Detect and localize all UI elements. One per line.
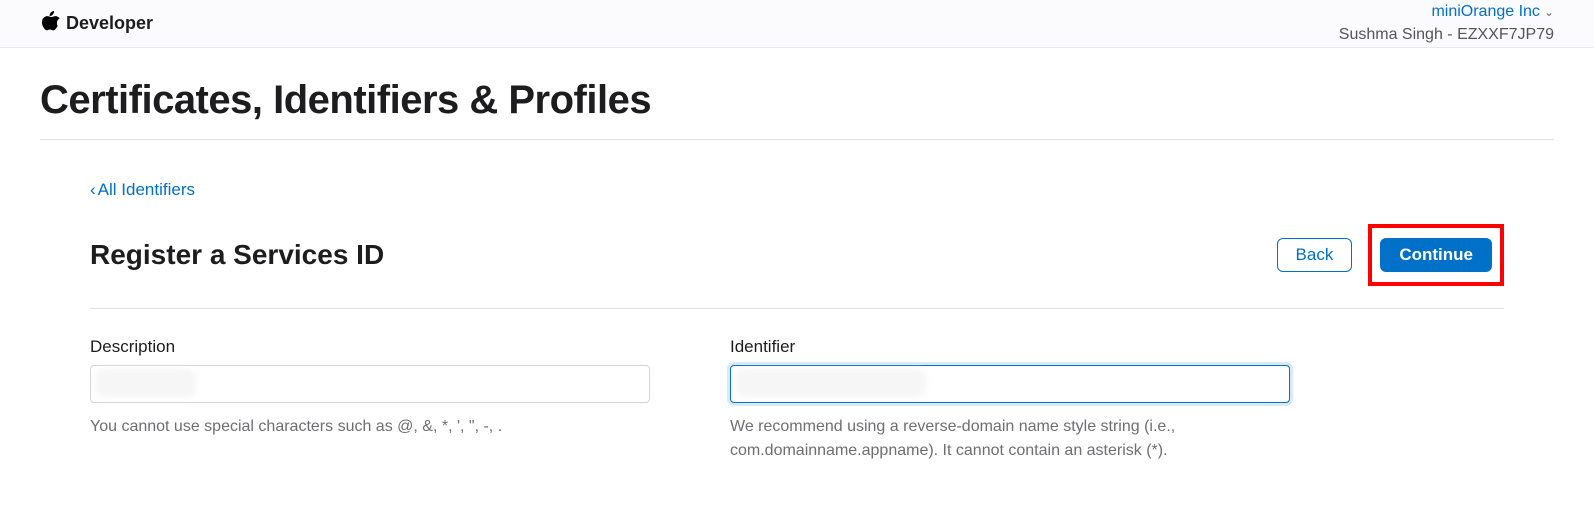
redaction-mask (736, 369, 926, 397)
redaction-mask (96, 369, 196, 397)
sub-title: Register a Services ID (90, 239, 384, 271)
continue-highlight: Continue (1368, 224, 1504, 286)
apple-logo-icon (40, 10, 60, 38)
back-button[interactable]: Back (1277, 238, 1353, 272)
brand-text: Developer (66, 13, 153, 34)
page-content: Certificates, Identifiers & Profiles ‹ A… (0, 78, 1594, 463)
sub-header: Register a Services ID Back Continue (90, 224, 1504, 309)
identifier-helper: We recommend using a reverse-domain name… (730, 415, 1290, 463)
chevron-down-icon: ⌄ (1544, 4, 1554, 21)
back-link-text: All Identifiers (98, 180, 195, 200)
identifier-column: Identifier We recommend using a reverse-… (730, 337, 1290, 463)
all-identifiers-link[interactable]: ‹ All Identifiers (90, 180, 195, 200)
description-helper: You cannot use special characters such a… (90, 415, 650, 439)
top-bar: Developer miniOrange Inc ⌄ Sushma Singh … (0, 0, 1594, 48)
org-name: miniOrange Inc (1431, 1, 1540, 23)
brand[interactable]: Developer (40, 10, 153, 38)
account-user: Sushma Singh - EZXXF7JP79 (1339, 24, 1554, 46)
form-row: Description You cannot use special chara… (90, 337, 1504, 463)
continue-button[interactable]: Continue (1380, 238, 1492, 272)
account-info: miniOrange Inc ⌄ Sushma Singh - EZXXF7JP… (1339, 1, 1554, 46)
page-title: Certificates, Identifiers & Profiles (40, 78, 1554, 140)
inner-content: ‹ All Identifiers Register a Services ID… (40, 140, 1554, 463)
button-row: Back Continue (1277, 224, 1504, 286)
chevron-left-icon: ‹ (90, 180, 96, 200)
org-selector[interactable]: miniOrange Inc ⌄ (1339, 1, 1554, 23)
description-column: Description You cannot use special chara… (90, 337, 650, 463)
identifier-label: Identifier (730, 337, 1290, 357)
description-label: Description (90, 337, 650, 357)
